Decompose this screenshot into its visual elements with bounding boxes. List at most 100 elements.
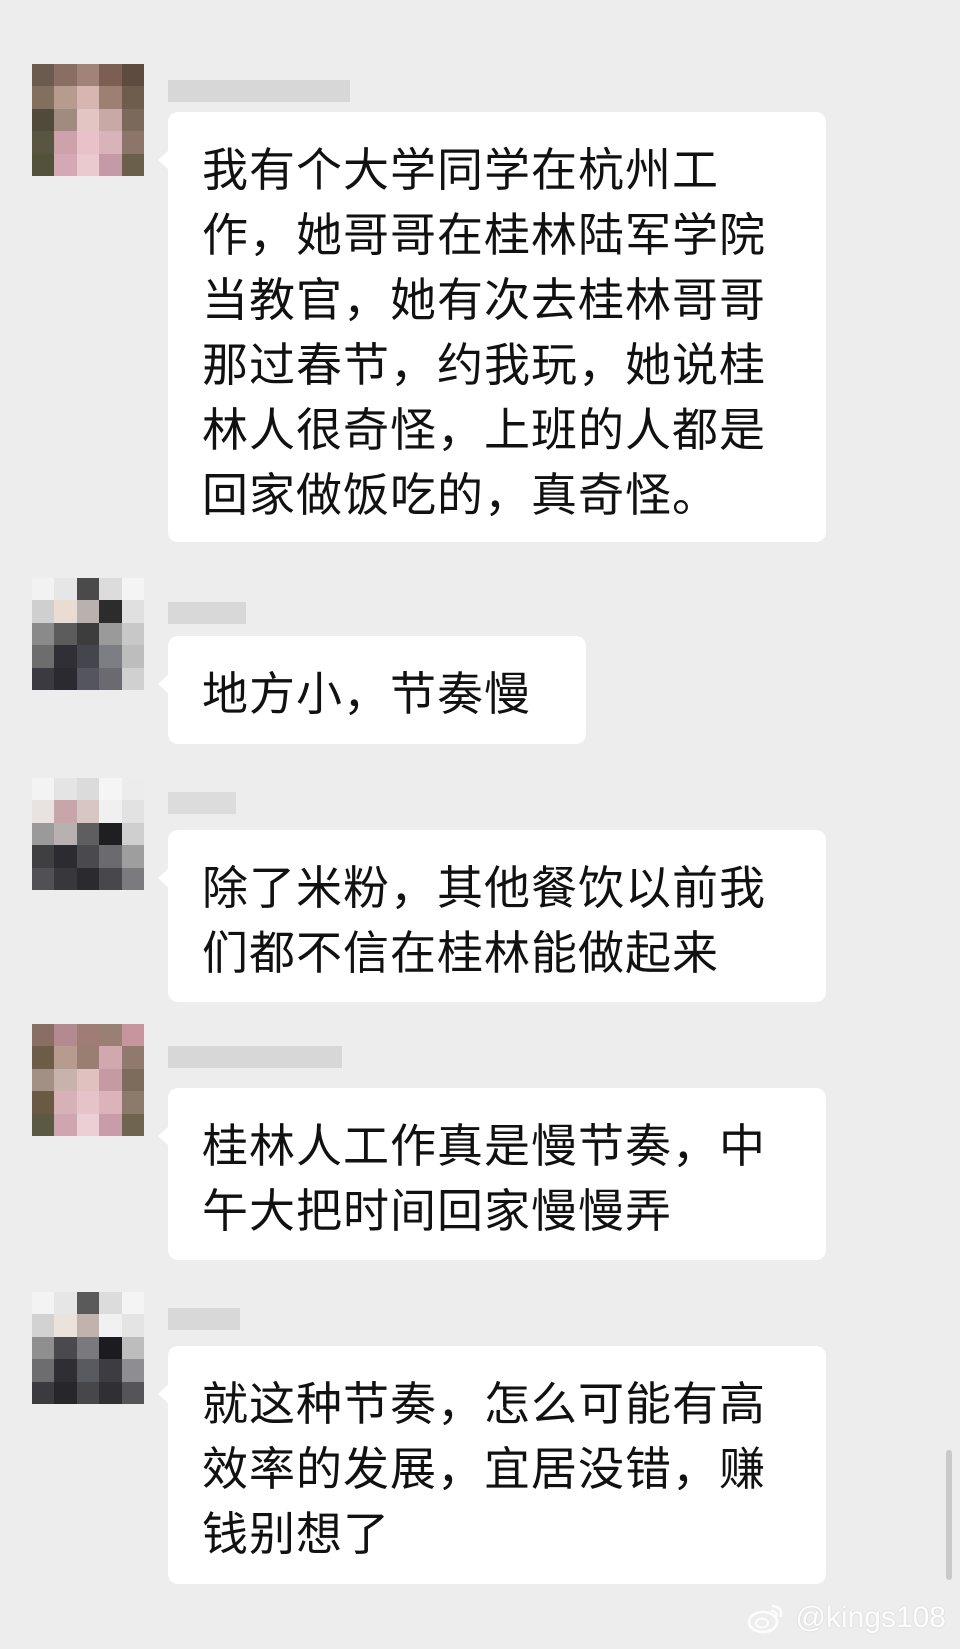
avatar-pixel (54, 667, 77, 690)
avatar-pixel (54, 1314, 77, 1337)
avatar-pixel (76, 1068, 100, 1092)
avatar-pixel (76, 645, 100, 668)
avatar-pixel (32, 578, 55, 601)
avatar-pixel (32, 1024, 55, 1047)
sender-name-blurred (168, 1306, 240, 1332)
avatar-pixel (99, 622, 122, 646)
avatar-pixel (76, 86, 100, 109)
avatar-pixel (99, 778, 122, 801)
message-text: 就这种节奏，怎么可能有高效率的发展，宜居没错，赚钱别想了 (202, 1377, 766, 1561)
avatar-pixel (99, 131, 122, 154)
avatar-pixel (76, 600, 100, 623)
avatar-pixel (54, 867, 77, 890)
name-blur-block (212, 602, 236, 624)
sender-name-blurred (168, 600, 246, 626)
avatar-pixel (32, 1381, 55, 1404)
avatar-pixel (32, 1292, 55, 1315)
avatar-pixel (32, 1359, 55, 1382)
avatar-pixel (99, 1113, 122, 1136)
avatar-pixel (99, 1359, 122, 1382)
name-blur-block (212, 1308, 222, 1330)
name-blur-block (168, 602, 186, 624)
avatar-pixel (76, 778, 100, 801)
avatar-pixel (32, 153, 55, 176)
avatar-pixel (121, 1046, 144, 1069)
avatar-pixel (32, 131, 55, 154)
name-blur-block (272, 1046, 298, 1068)
avatar-pixel (121, 64, 144, 87)
avatar-pixel (32, 1336, 55, 1360)
name-blur-block (168, 80, 194, 102)
avatar-pixel (54, 1068, 77, 1092)
avatar-pixel (99, 1068, 122, 1092)
avatar-pixel (121, 822, 144, 846)
name-blur-block (186, 602, 212, 624)
message-bubble: 地方小，节奏慢 (158, 636, 586, 744)
avatar-pixel (121, 578, 144, 601)
avatar-pixel (99, 822, 122, 846)
avatar-pixel (121, 622, 144, 646)
scrollbar[interactable] (946, 1450, 952, 1580)
avatar-pixel (54, 108, 77, 132)
avatar-pixel (54, 86, 77, 109)
name-blur-block (236, 602, 246, 624)
name-blur-block (222, 1308, 240, 1330)
name-blur-block (168, 1308, 188, 1330)
avatar-pixel (76, 867, 100, 890)
sender-avatar-pixelated[interactable] (32, 64, 144, 176)
avatar-pixel (121, 1113, 144, 1136)
avatar-pixel (121, 1314, 144, 1337)
name-blur-block (168, 792, 186, 814)
avatar-pixel (121, 1024, 144, 1047)
avatar-pixel (76, 131, 100, 154)
avatar-pixel (54, 778, 77, 801)
avatar-pixel (54, 645, 77, 668)
avatar-pixel (32, 64, 55, 87)
avatar-pixel (121, 845, 144, 868)
avatar-pixel (54, 822, 77, 846)
name-blur-block (188, 1308, 212, 1330)
name-blur-block (214, 792, 236, 814)
avatar-pixel (54, 1381, 77, 1404)
avatar-pixel (76, 800, 100, 823)
sender-avatar-pixelated[interactable] (32, 1024, 144, 1136)
avatar-pixel (121, 800, 144, 823)
name-blur-block (298, 1046, 324, 1068)
name-blur-block (246, 80, 274, 102)
avatar-pixel (32, 1091, 55, 1114)
avatar-pixel (99, 1091, 122, 1114)
avatar-pixel (32, 622, 55, 646)
message-text: 我有个大学同学在杭州工作，她哥哥在桂林陆军学院当教官，她有次去桂林哥哥那过春节，… (202, 143, 766, 522)
sender-avatar-pixelated[interactable] (32, 578, 144, 690)
message-text: 桂林人工作真是慢节奏，中午大把时间回家慢慢弄 (202, 1119, 766, 1238)
name-blur-block (250, 1046, 272, 1068)
sender-avatar-pixelated[interactable] (32, 778, 144, 890)
avatar-pixel (54, 153, 77, 176)
message-text: 除了米粉，其他餐饮以前我们都不信在桂林能做起来 (202, 861, 766, 980)
avatar-pixel (76, 622, 100, 646)
avatar-pixel (99, 667, 122, 690)
avatar-pixel (121, 867, 144, 890)
sender-avatar-pixelated[interactable] (32, 1292, 144, 1404)
message-bubble: 我有个大学同学在杭州工作，她哥哥在桂林陆军学院当教官，她有次去桂林哥哥那过春节，… (158, 112, 826, 542)
avatar-pixel (54, 600, 77, 623)
avatar-pixel (32, 1046, 55, 1069)
weibo-icon (748, 1604, 783, 1634)
avatar-pixel (76, 1046, 100, 1069)
avatar-pixel (76, 1091, 100, 1114)
avatar-pixel (121, 108, 144, 132)
avatar-pixel (76, 667, 100, 690)
avatar-pixel (54, 131, 77, 154)
avatar-pixel (32, 778, 55, 801)
avatar-pixel (32, 1314, 55, 1337)
avatar-pixel (54, 1336, 77, 1360)
watermark: @kings108 (747, 1601, 946, 1635)
avatar-pixel (121, 1068, 144, 1092)
avatar-pixel (99, 1292, 122, 1315)
avatar-pixel (54, 1024, 77, 1047)
avatar-pixel (99, 800, 122, 823)
avatar-pixel (121, 667, 144, 690)
message-bubble: 就这种节奏，怎么可能有高效率的发展，宜居没错，赚钱别想了 (158, 1346, 826, 1584)
avatar-pixel (76, 1113, 100, 1136)
avatar-pixel (32, 600, 55, 623)
